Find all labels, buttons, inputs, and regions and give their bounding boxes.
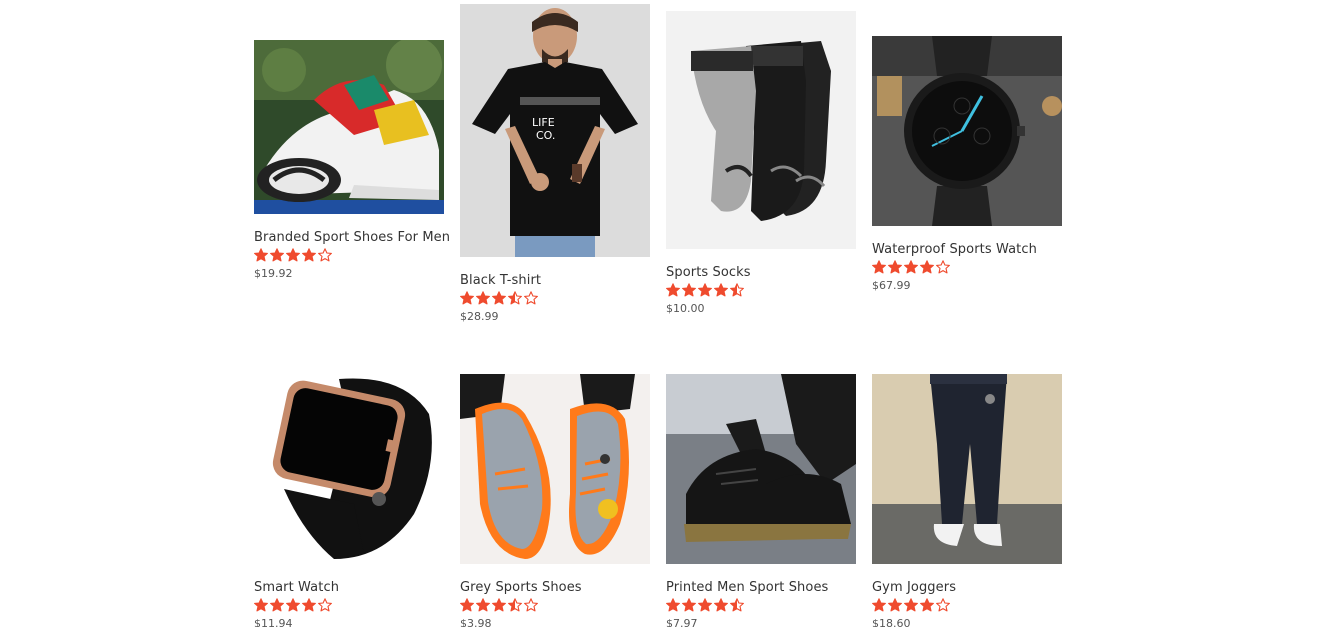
product-price: $11.94 <box>254 617 293 627</box>
product-price: $10.00 <box>666 302 705 315</box>
star-rating <box>254 598 444 614</box>
svg-text:CO.: CO. <box>536 129 555 142</box>
product-price: $28.99 <box>460 310 499 323</box>
star-half-icon <box>508 598 522 612</box>
star-full-icon <box>302 248 316 262</box>
star-full-icon <box>492 598 506 612</box>
product-title[interactable]: Sports Socks <box>666 265 856 281</box>
black-shoes-product-image[interactable] <box>666 374 856 564</box>
star-full-icon <box>254 248 268 262</box>
product-card[interactable]: Waterproof Sports Watch $67.99 <box>872 36 1062 293</box>
star-full-icon <box>904 598 918 612</box>
star-full-icon <box>698 598 712 612</box>
star-half-icon <box>508 291 522 305</box>
product-card[interactable]: Printed Men Sport Shoes $7.97 <box>666 374 856 627</box>
star-full-icon <box>666 283 680 297</box>
star-full-icon <box>698 283 712 297</box>
star-full-icon <box>904 260 918 274</box>
product-price: $3.98 <box>460 617 492 627</box>
product-price: $18.60 <box>872 617 911 627</box>
product-title[interactable]: Gym Joggers <box>872 580 1062 596</box>
star-empty-icon <box>936 598 950 612</box>
star-full-icon <box>872 598 886 612</box>
joggers-product-image[interactable] <box>872 374 1062 564</box>
star-full-icon <box>270 598 284 612</box>
product-card[interactable]: Sports Socks $10.00 <box>666 11 856 316</box>
product-title[interactable]: Waterproof Sports Watch <box>872 242 1062 258</box>
star-full-icon <box>270 248 284 262</box>
star-full-icon <box>888 598 902 612</box>
grey-shoes-product-image[interactable] <box>460 374 650 564</box>
star-full-icon <box>872 260 886 274</box>
star-full-icon <box>460 291 474 305</box>
star-full-icon <box>714 283 728 297</box>
star-full-icon <box>714 598 728 612</box>
star-full-icon <box>460 598 474 612</box>
star-full-icon <box>682 283 696 297</box>
star-empty-icon <box>318 248 332 262</box>
product-price: $7.97 <box>666 617 698 627</box>
star-full-icon <box>888 260 902 274</box>
sneaker-product-image[interactable] <box>254 40 444 214</box>
star-rating <box>666 283 856 299</box>
star-full-icon <box>476 291 490 305</box>
star-empty-icon <box>524 291 538 305</box>
product-card[interactable]: Smart Watch $11.94 <box>254 374 444 627</box>
product-title[interactable]: Black T-shirt <box>460 273 650 289</box>
star-full-icon <box>254 598 268 612</box>
star-full-icon <box>476 598 490 612</box>
star-full-icon <box>920 260 934 274</box>
star-half-icon <box>730 283 744 297</box>
smartwatch-product-image[interactable] <box>254 374 444 564</box>
star-full-icon <box>682 598 696 612</box>
star-empty-icon <box>318 598 332 612</box>
product-grid: Branded Sport Shoes For Men $19.92 LIFE … <box>0 0 1323 627</box>
star-rating <box>872 598 1062 614</box>
star-rating <box>666 598 856 614</box>
product-price: $67.99 <box>872 279 911 292</box>
product-card[interactable]: Grey Sports Shoes $3.98 <box>460 374 650 627</box>
watch-product-image[interactable] <box>872 36 1062 226</box>
star-rating <box>254 248 444 264</box>
svg-text:LIFE: LIFE <box>532 116 555 129</box>
star-half-icon <box>730 598 744 612</box>
star-empty-icon <box>524 598 538 612</box>
star-full-icon <box>492 291 506 305</box>
socks-product-image[interactable] <box>666 11 856 249</box>
product-title[interactable]: Grey Sports Shoes <box>460 580 650 596</box>
product-title[interactable]: Printed Men Sport Shoes <box>666 580 856 596</box>
tshirt-product-image[interactable]: LIFE CO. <box>460 4 650 257</box>
star-full-icon <box>286 598 300 612</box>
star-rating <box>872 260 1062 276</box>
product-title[interactable]: Branded Sport Shoes For Men <box>254 230 450 246</box>
star-full-icon <box>286 248 300 262</box>
product-title[interactable]: Smart Watch <box>254 580 444 596</box>
star-full-icon <box>920 598 934 612</box>
product-card[interactable]: LIFE CO. Black T-shirt $28.99 <box>460 4 650 324</box>
product-card[interactable]: Branded Sport Shoes For Men $19.92 <box>254 40 450 281</box>
product-price: $19.92 <box>254 267 293 280</box>
star-empty-icon <box>936 260 950 274</box>
star-full-icon <box>666 598 680 612</box>
star-rating <box>460 598 650 614</box>
star-full-icon <box>302 598 316 612</box>
product-card[interactable]: Gym Joggers $18.60 <box>872 374 1062 627</box>
star-rating <box>460 291 650 307</box>
